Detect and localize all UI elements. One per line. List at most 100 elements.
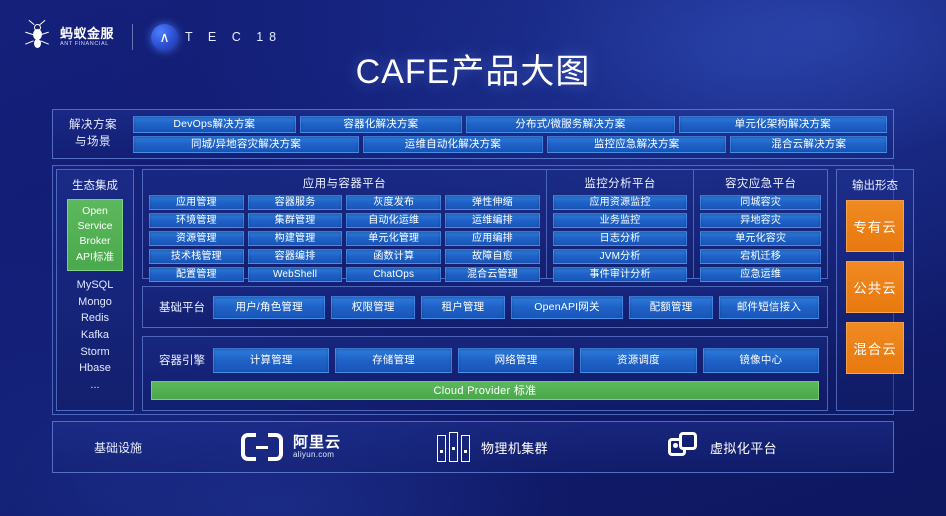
solution-button-1[interactable]: 容器化解决方案 <box>299 115 463 133</box>
output-forms-title: 输出形态 <box>852 180 898 192</box>
app-container-platform-grid: 应用管理环境管理资源管理技术栈管理配置管理 容器服务集群管理构建管理容器编排 Web… <box>149 195 540 282</box>
app-container-platform-item-1-2[interactable]: 构建管理 <box>247 231 343 246</box>
aliyun-label-en: aliyun.com <box>293 450 335 460</box>
aliyun-logo-icon <box>241 433 283 461</box>
atec-label: T E C 18 <box>185 30 283 44</box>
container-engine-item-3[interactable]: 资源调度 <box>580 347 697 373</box>
brand-name-cn: 蚂蚁金服 <box>60 26 115 42</box>
monitor-analysis-platform-item-0-0[interactable]: 应用资源监控 <box>552 195 688 210</box>
disaster-recovery-platform-item-0-0[interactable]: 同城容灾 <box>700 195 821 210</box>
app-container-platform-item-2-0[interactable]: 灰度发布 <box>346 195 442 210</box>
output-form-2[interactable]: 混合云 <box>846 322 904 374</box>
container-engine-item-0[interactable]: 计算管理 <box>213 347 330 373</box>
app-container-platform-item-3-0[interactable]: 弹性伸缩 <box>445 195 540 210</box>
disaster-recovery-platform-item-0-1[interactable]: 异地容灾 <box>700 213 821 228</box>
solution-button-2[interactable]: 分布式/微服务解决方案 <box>466 115 675 133</box>
app-container-platform-item-0-0[interactable]: 应用管理 <box>149 195 244 210</box>
app-container-platform-item-2-1[interactable]: 自动化运维 <box>346 213 442 228</box>
ecosystem-item-0: MySQL <box>76 278 114 291</box>
disaster-recovery-platform-item-0-4[interactable]: 应急运维 <box>700 267 821 282</box>
app-container-platform-item-0-3[interactable]: 技术栈管理 <box>149 249 244 264</box>
app-container-platform-title: 应用与容器平台 <box>302 178 387 190</box>
container-engine-row: 容器引擎 计算管理 存储管理 网络管理 资源调度 镜像中心 Cloud Provider… <box>142 336 828 411</box>
disaster-recovery-platform-column-0: 同城容灾异地容灾单元化容灾宕机迁移应急运维 <box>700 195 821 282</box>
ecosystem-item-1: Mongo <box>78 295 112 308</box>
osb-line-3: API标准 <box>76 250 114 263</box>
monitor-analysis-platform: 监控分析平台 应用资源监控 业务监控日志分析 JVM分析事件审计分析 <box>545 170 694 282</box>
physical-cluster-label: 物理机集群 <box>481 440 549 456</box>
disaster-recovery-platform-item-0-3[interactable]: 宕机迁移 <box>700 249 821 264</box>
app-container-platform-item-3-3[interactable]: 故障自愈 <box>445 249 540 264</box>
solution-button-0[interactable]: DevOps解决方案 <box>133 115 296 133</box>
app-container-platform-column-1: 容器服务集群管理构建管理容器编排 WebShell <box>247 195 343 282</box>
solutions-label-line2: 与场景 <box>75 136 111 148</box>
app-container-platform-item-1-1[interactable]: 集群管理 <box>247 213 343 228</box>
app-container-platform-item-2-4[interactable]: ChatOps <box>346 267 442 282</box>
base-platform-item-3[interactable]: OpenAPI网关 <box>510 295 624 319</box>
solutions-row-1: DevOps解决方案 容器化解决方案 分布式/微服务解决方案 单元化架构解决方案 <box>133 115 887 133</box>
virtualization-label: 虚拟化平台 <box>710 440 778 456</box>
infrastructure-item-virtualization: 虚拟化平台 <box>668 432 777 462</box>
platforms-container: 应用与容器平台 应用管理 环境管理 资源管理 技术栈管理 配置管理 容器服务 集群管理 构建管… <box>142 169 828 282</box>
solution-button-7[interactable]: 混合云解决方案 <box>730 135 887 153</box>
base-platform-label: 基础平台 <box>159 302 205 314</box>
ecosystem-integration-panel: 生态集成 Open Service Broker API标准 MySQL Mongo Re… <box>56 169 134 411</box>
solutions-panel: 解决方案 与场景 DevOps解决方案 容器化解决方案 分布式/微服务解决方案 单元化… <box>52 109 894 159</box>
app-container-platform-item-2-3[interactable]: 函数计算 <box>346 249 442 264</box>
base-platform-item-2[interactable]: 租户管理 <box>421 295 505 319</box>
solutions-row-2: 同城/异地容灾解决方案 运维自动化解决方案 监控应急解决方案 混合云解决方案 <box>133 135 887 153</box>
disaster-recovery-platform-grid: 同城容灾异地容灾单元化容灾宕机迁移应急运维 <box>700 195 821 282</box>
atec-chevron-glyph: ∧ <box>159 29 170 45</box>
app-container-platform-item-3-2[interactable]: 应用编排 <box>445 231 540 246</box>
ecosystem-item-4: Storm <box>80 345 110 358</box>
app-container-platform-item-1-4[interactable]: WebShell <box>247 267 343 282</box>
infrastructure-item-physical-cluster: 物理机集群 <box>437 432 548 462</box>
output-form-1[interactable]: 公共云 <box>846 261 904 313</box>
container-engine-item-2[interactable]: 网络管理 <box>457 347 575 373</box>
ecosystem-item-6: ... <box>90 379 100 392</box>
solution-button-3[interactable]: 单元化架构解决方案 <box>678 115 887 133</box>
cloud-provider-standard-bar: Cloud Provider 标准 <box>151 380 819 400</box>
monitor-analysis-platform-item-0-2[interactable]: 日志分析 <box>552 231 688 246</box>
osb-line-1: Service <box>77 220 113 233</box>
aliyun-label-cn: 阿里云 <box>293 433 342 451</box>
infrastructure-item-aliyun: 阿里云 aliyun.com <box>241 433 341 461</box>
app-container-platform-item-0-4[interactable]: 配置管理 <box>149 267 244 282</box>
solution-button-5[interactable]: 运维自动化解决方案 <box>363 135 543 153</box>
app-container-platform-item-0-2[interactable]: 资源管理 <box>149 231 244 246</box>
app-container-platform-item-3-4[interactable]: 混合云管理 <box>445 267 540 282</box>
monitor-analysis-platform-item-0-3[interactable]: JVM分析 <box>552 249 688 264</box>
solution-button-6[interactable]: 监控应急解决方案 <box>546 135 727 153</box>
container-engine-item-1[interactable]: 存储管理 <box>335 347 452 373</box>
ecosystem-item-2: Redis <box>80 312 110 325</box>
monitor-analysis-platform-grid: 应用资源监控 业务监控日志分析 JVM分析事件审计分析 <box>552 195 688 282</box>
container-engine-label: 容器引擎 <box>159 355 205 367</box>
vmware-icon <box>668 432 700 462</box>
output-form-0[interactable]: 专有云 <box>846 200 904 252</box>
ecosystem-item-5: Hbase <box>79 362 111 375</box>
disaster-recovery-platform-item-0-2[interactable]: 单元化容灾 <box>700 231 821 246</box>
monitor-analysis-platform-item-0-4[interactable]: 事件审计分析 <box>552 267 688 282</box>
container-engine-item-4[interactable]: 镜像中心 <box>702 347 820 373</box>
disaster-recovery-platform-title: 容灾应急平台 <box>724 178 797 190</box>
infrastructure-items: 阿里云 aliyun.com 物理机集群 虚拟化平台 <box>183 432 893 462</box>
app-container-platform-item-2-2[interactable]: 单元化管理 <box>346 231 442 246</box>
output-forms-items: 专有云 公共云 混合云 <box>846 200 904 383</box>
monitor-analysis-platform-title: 监控分析平台 <box>584 178 656 190</box>
base-platform-items: 用户/角色管理 权限管理 租户管理 OpenAPI网关 配额管理 邮件短信接入 <box>213 295 819 319</box>
app-container-platform-item-3-1[interactable]: 运维编排 <box>445 213 540 228</box>
base-platform-item-0[interactable]: 用户/角色管理 <box>213 295 326 319</box>
app-container-platform-item-0-1[interactable]: 环境管理 <box>149 213 244 228</box>
infrastructure-label: 基础设施 <box>93 440 142 455</box>
solutions-row-label: 解决方案 与场景 <box>53 117 133 150</box>
base-platform-item-4[interactable]: 配额管理 <box>629 295 713 319</box>
app-container-platform-item-1-3[interactable]: 容器编排 <box>247 249 343 264</box>
open-service-broker-badge: Open Service Broker API标准 <box>67 199 123 271</box>
monitor-analysis-platform-item-0-1[interactable]: 业务监控 <box>552 213 688 228</box>
base-platform-item-1[interactable]: 权限管理 <box>331 295 416 319</box>
base-platform-item-5[interactable]: 邮件短信接入 <box>718 295 819 319</box>
app-container-platform-column-2: 灰度发布自动化运维单元化管理函数计算 ChatOps <box>346 195 442 282</box>
app-container-platform-item-1-0[interactable]: 容器服务 <box>247 195 343 210</box>
solution-button-4[interactable]: 同城/异地容灾解决方案 <box>133 135 360 153</box>
base-platform-row: 基础平台 用户/角色管理 权限管理 租户管理 OpenAPI网关 配额管理 邮件短信接入 <box>142 286 828 328</box>
